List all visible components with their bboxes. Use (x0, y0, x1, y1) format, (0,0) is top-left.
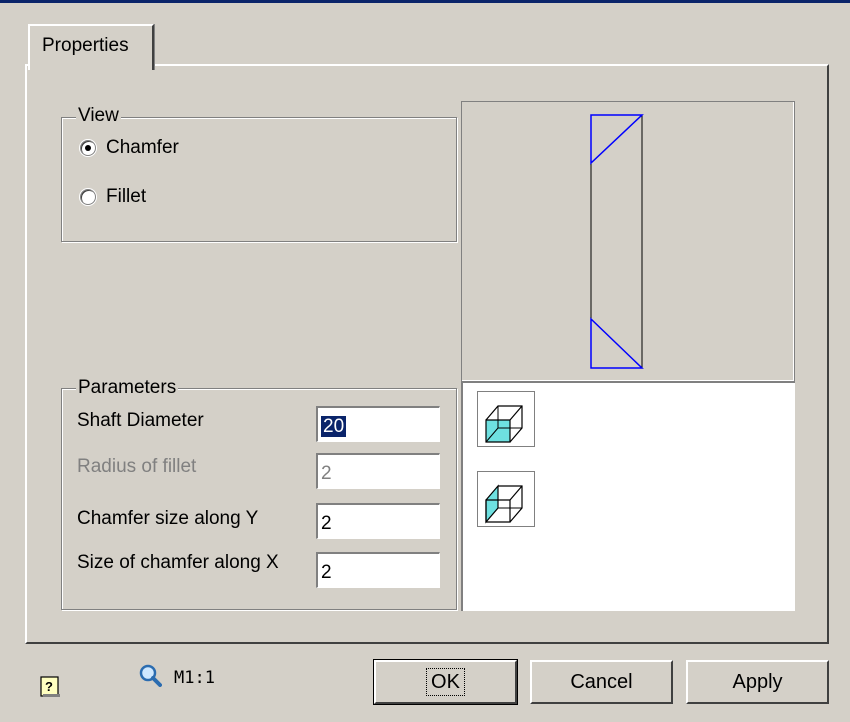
shaft-sketch (590, 114, 644, 369)
chamfer-x-field[interactable]: 2 (316, 552, 440, 588)
scale-label: M1:1 (174, 668, 215, 688)
radio-fillet-indicator[interactable] (80, 189, 96, 205)
shaft-diameter-field[interactable]: 20 (316, 406, 440, 442)
radius-of-fillet-label: Radius of fillet (77, 456, 197, 477)
chamfer-x-value: 2 (321, 562, 332, 583)
shaft-outline (590, 114, 643, 369)
radio-chamfer[interactable]: Chamfer (80, 137, 179, 159)
apply-button-label: Apply (732, 671, 783, 693)
magnifier-icon[interactable] (138, 663, 162, 687)
parameters-group-legend: Parameters (76, 377, 179, 398)
chamfer-y-field[interactable]: 2 (316, 503, 440, 539)
cancel-button[interactable]: Cancel (530, 660, 673, 704)
shaft-diameter-value: 20 (321, 416, 347, 437)
view-group (61, 117, 457, 242)
tab-properties[interactable]: Properties (28, 24, 154, 70)
chamfer-x-label: Size of chamfer along X (77, 552, 279, 573)
apply-button[interactable]: Apply (686, 660, 829, 704)
cube-front-face-icon[interactable] (477, 391, 535, 447)
radius-of-fillet-field[interactable]: 2 (316, 453, 440, 489)
radio-chamfer-indicator[interactable] (80, 140, 96, 156)
chamfer-y-label: Chamfer size along Y (77, 508, 259, 529)
tab-properties-label: Properties (42, 35, 129, 56)
bottom-chamfer (590, 317, 644, 369)
radio-fillet[interactable]: Fillet (80, 186, 146, 208)
top-chamfer (590, 114, 644, 165)
radius-of-fillet-value: 2 (321, 463, 332, 484)
cancel-button-label: Cancel (570, 671, 633, 693)
radio-chamfer-label: Chamfer (106, 137, 179, 158)
help-icon[interactable]: ? (40, 676, 60, 698)
view-group-legend: View (76, 105, 121, 126)
ok-button-label: OK (426, 668, 465, 696)
chamfer-y-value: 2 (321, 513, 332, 534)
svg-text:?: ? (45, 679, 53, 694)
ok-button[interactable]: OK (373, 659, 518, 705)
shaft-diameter-label: Shaft Diameter (77, 410, 204, 431)
cube-side-face-icon[interactable] (477, 471, 535, 527)
preview-sketch-area (461, 101, 795, 382)
radio-fillet-label: Fillet (106, 186, 147, 207)
view-icons-panel (461, 382, 795, 611)
title-bar-edge (0, 0, 850, 3)
